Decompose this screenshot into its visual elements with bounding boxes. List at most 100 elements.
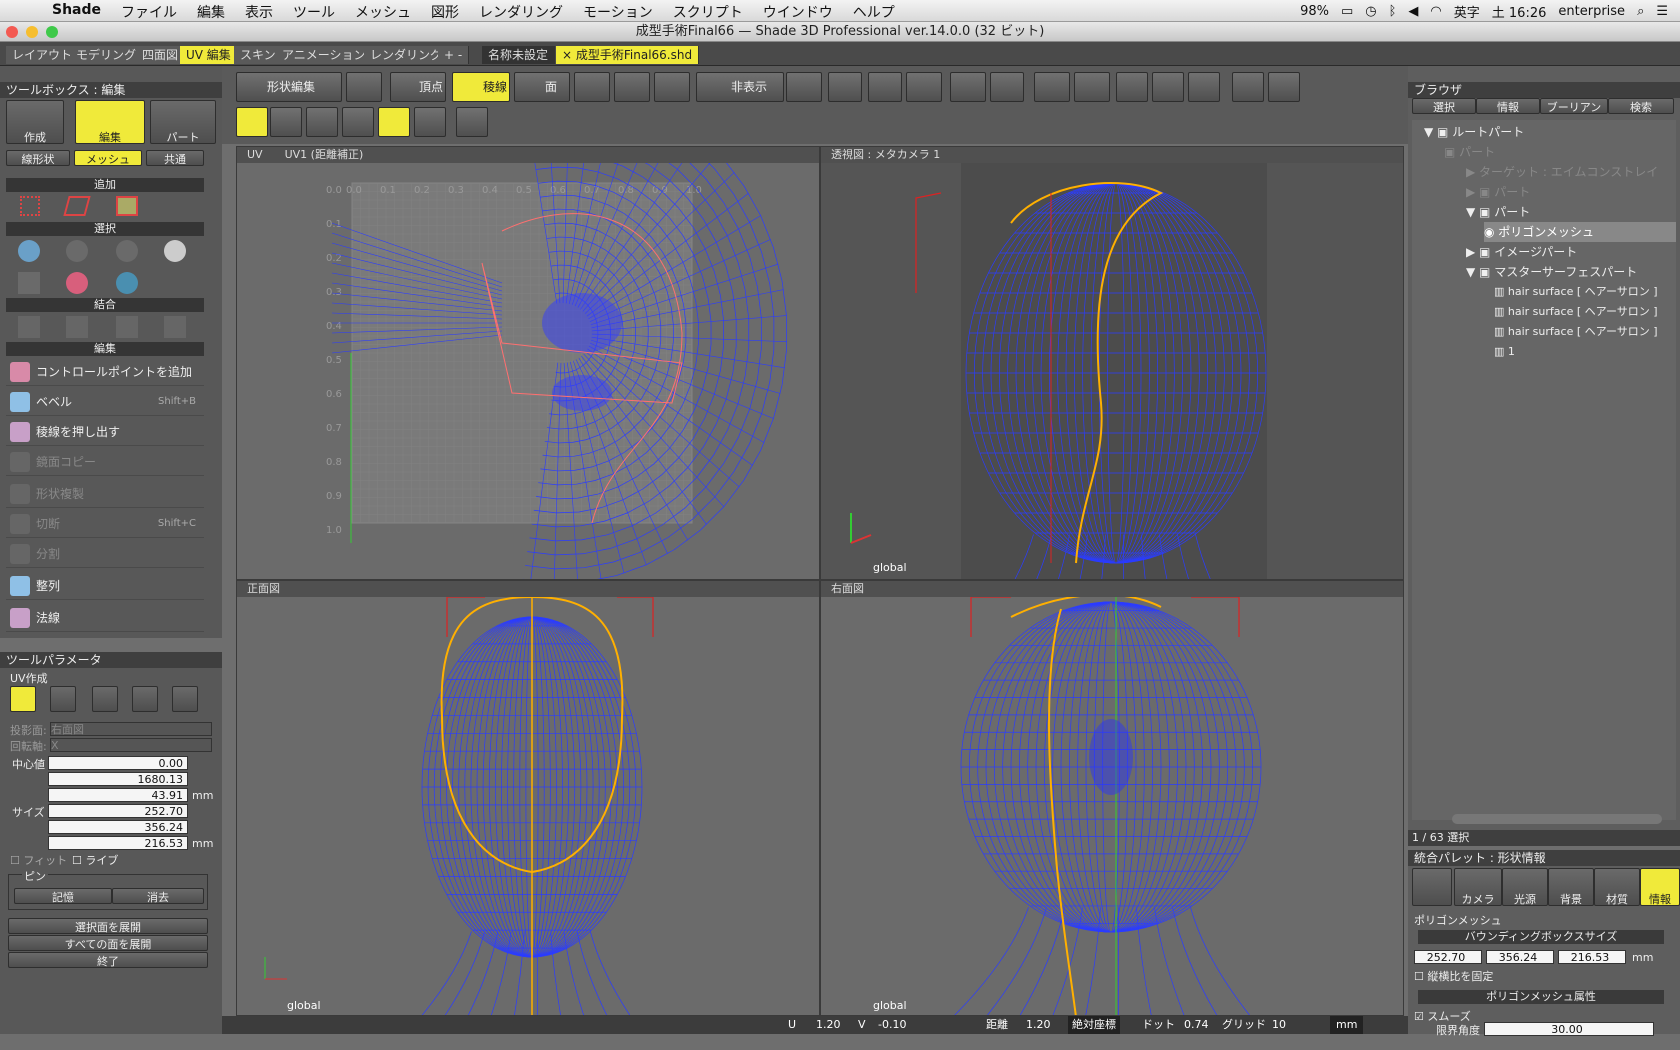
tool-normal[interactable]: 法線 (6, 604, 204, 632)
bluetooth-icon[interactable]: ᛒ (1389, 4, 1397, 19)
bbox-y-field[interactable]: 356.24 (1486, 950, 1554, 964)
uv-cylinder-button[interactable] (92, 686, 118, 712)
section-combine[interactable]: 結合 (6, 298, 204, 312)
uv-canvas[interactable]: 0.0 0.1 0.2 0.3 0.4 0.5 0.6 0.7 0.8 0.9 1.0 0.0 0.1 0… (237, 163, 820, 580)
subtab-common[interactable]: 共通 (146, 150, 204, 166)
expand-selected-button[interactable]: 選択面を展開 (8, 918, 208, 934)
tree-hair-surface-1[interactable]: ▥ hair surface [ ヘアーサロン ] (1494, 282, 1658, 302)
tree-part-1[interactable]: ▣ パート (1444, 142, 1495, 162)
close-window-button[interactable] (6, 26, 18, 38)
center-y-field[interactable]: 1680.13 (48, 772, 188, 786)
target-icon[interactable] (828, 72, 862, 102)
number-icon[interactable] (1188, 72, 1220, 102)
tab-animation[interactable]: アニメーション (276, 46, 373, 64)
tab-modeling[interactable]: モデリング (70, 46, 144, 64)
vertex-mode-button[interactable]: 頂点 (390, 72, 446, 102)
front-viewport[interactable]: 正面図 global (236, 580, 820, 1016)
list-icon[interactable] (906, 72, 942, 102)
tree-part-3[interactable]: ▼ ▣ パート (1466, 202, 1530, 222)
xz-icon[interactable] (990, 72, 1024, 102)
unit-select[interactable]: mm (1330, 1016, 1364, 1034)
menu-mesh[interactable]: メッシュ (355, 2, 411, 22)
wifi-icon[interactable]: ◠ (1430, 4, 1441, 19)
select-loop-icon[interactable] (66, 240, 88, 262)
target2-icon[interactable] (868, 72, 902, 102)
tool-duplicate[interactable]: 形状複製 (6, 480, 204, 508)
front-coord[interactable]: global (287, 999, 321, 1012)
add-remove-tab-button[interactable]: + - (438, 46, 470, 64)
spotlight-icon[interactable]: ⌕ (1637, 4, 1644, 19)
battery-percent[interactable]: 98% (1300, 4, 1329, 19)
bbox-section-header[interactable]: バウンディングボックスサイズ (1418, 930, 1664, 944)
browser-tab-select[interactable]: 選択 (1412, 98, 1476, 114)
clock[interactable]: 土 16:26 (1492, 2, 1547, 21)
tab-uv-edit[interactable]: UV 編集 (180, 46, 238, 64)
select-ring-icon[interactable] (116, 240, 138, 262)
subtab-mesh[interactable]: メッシュ (74, 150, 142, 166)
checker-icon[interactable] (306, 107, 338, 137)
rotation-select[interactable]: X (50, 738, 212, 752)
tree-root-part[interactable]: ▼ ▣ ルートパート (1424, 122, 1524, 142)
browser-tab-boolean[interactable]: ブーリアン (1540, 98, 1608, 114)
fit-checkbox[interactable]: ☐ フィット (10, 852, 67, 868)
tool-extrude-edge[interactable]: 稜線を押し出す (6, 418, 204, 446)
finish-button[interactable]: 終了 (8, 952, 208, 968)
menu-help[interactable]: ヘルプ (853, 2, 895, 22)
select-grow-icon[interactable] (66, 272, 88, 294)
menu-render[interactable]: レンダリング (479, 2, 563, 22)
tree-polygon-mesh[interactable]: ◉ ポリゴンメッシュ (1484, 222, 1676, 242)
menu-view[interactable]: 表示 (245, 2, 273, 22)
app-menu[interactable]: Shade (52, 2, 101, 22)
live-checkbox[interactable]: ☐ ライブ (72, 852, 118, 868)
menu-file[interactable]: ファイル (121, 2, 177, 22)
edge-mode-button[interactable]: 稜線 (452, 72, 510, 102)
uv-sphere-button[interactable] (10, 686, 36, 712)
tab-four-view[interactable]: 四面図 (136, 46, 186, 64)
perspective-coord[interactable]: global (873, 561, 907, 574)
pin-memo-button[interactable]: 記憶 (14, 888, 112, 904)
limit-angle-field[interactable]: 30.00 (1484, 1022, 1654, 1036)
front-label[interactable]: 正面図 (247, 582, 280, 595)
doc-tab-active[interactable]: × 成型手術Final66.shd (556, 46, 700, 64)
combine-icon-1[interactable] (18, 316, 40, 338)
camera-icon[interactable] (346, 72, 382, 102)
uv-grid-icon[interactable] (236, 107, 268, 137)
menu-shape[interactable]: 図形 (431, 2, 459, 22)
minimize-window-button[interactable] (26, 26, 38, 38)
right-coord[interactable]: global (873, 999, 907, 1012)
tool-bevel[interactable]: ベベル Shift+B (6, 388, 204, 416)
menu-edit[interactable]: 編集 (197, 2, 225, 22)
uv-plane-button[interactable] (50, 686, 76, 712)
mesh-attr-header[interactable]: ポリゴンメッシュ属性 (1418, 990, 1664, 1004)
browser-tab-search[interactable]: 検索 (1608, 98, 1674, 114)
tree-hair-surface-3[interactable]: ▥ hair surface [ ヘアーサロン ] (1494, 322, 1658, 342)
add-point-icon[interactable] (20, 196, 40, 216)
volume-icon[interactable]: ◀ (1408, 4, 1418, 19)
palette-tab-background[interactable]: 背景 (1548, 868, 1594, 906)
tree-item-1[interactable]: ▥ 1 (1494, 342, 1515, 362)
browser-tab-info[interactable]: 情報 (1476, 98, 1540, 114)
tab-layout[interactable]: レイアウト (6, 46, 80, 64)
tool-align[interactable]: 整列 (6, 572, 204, 600)
tool-cut[interactable]: 切断 Shift+C (6, 510, 204, 538)
sphere-icon[interactable] (456, 107, 488, 137)
uv-map-select[interactable]: UV1 (距離補正) (285, 148, 364, 161)
tree-image-part[interactable]: ▶ ▣ イメージパート (1466, 242, 1577, 262)
rotate-icon[interactable] (614, 72, 650, 102)
uv-seam-icon[interactable] (378, 107, 410, 137)
uv-relax-icon[interactable] (414, 107, 446, 137)
axis-icon[interactable] (786, 72, 822, 102)
mode-create-button[interactable]: 作成 (6, 100, 64, 144)
tab-rendering[interactable]: レンダリング (364, 46, 450, 64)
tree-master-surface[interactable]: ▼ ▣ マスターサーフェスパート (1466, 262, 1637, 282)
shape-edit-button[interactable]: 形状編集 (236, 72, 342, 102)
uv-viewport[interactable]: UV UV1 (距離補正) 0.0 0.1 0.2 0.3 0.4 0.5 0.6 0.7 0.… (236, 146, 820, 580)
tree-hair-surface-2[interactable]: ▥ hair surface [ ヘアーサロン ] (1494, 302, 1658, 322)
tree-target-constraint[interactable]: ▶ ターゲット : エイムコンストレイ (1466, 162, 1658, 182)
uv-box-button[interactable] (172, 686, 198, 712)
uv-label[interactable]: UV (247, 148, 263, 161)
grid-icon[interactable] (1074, 72, 1110, 102)
input-source[interactable]: 英字 (1454, 2, 1480, 21)
browser-scrollbar[interactable] (1452, 814, 1662, 824)
palette-shape-icon[interactable] (1412, 868, 1452, 906)
